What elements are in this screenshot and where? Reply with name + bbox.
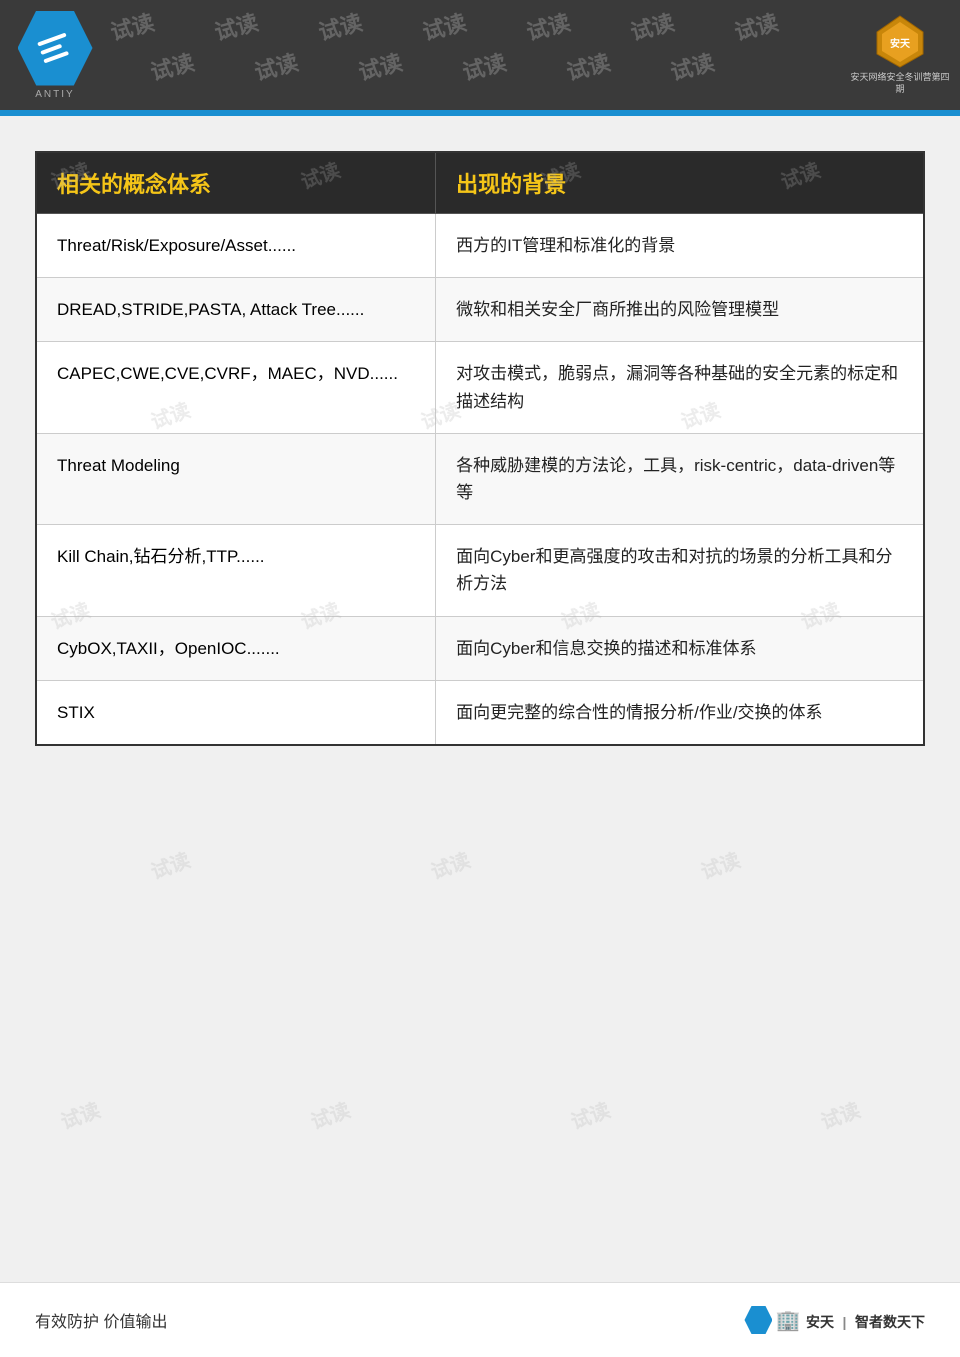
- table-cell-left: DREAD,STRIDE,PASTA, Attack Tree......: [36, 278, 436, 342]
- body-watermark-13: 试读: [426, 844, 474, 885]
- body-watermark-18: 试读: [816, 1094, 864, 1135]
- table-row: Threat/Risk/Exposure/Asset......西方的IT管理和…: [36, 214, 924, 278]
- table-cell-left: CybOX,TAXII，OpenIOC.......: [36, 616, 436, 680]
- top-right-label: 安天网络安全冬训营第四期: [850, 72, 950, 95]
- table-cell-left: STIX: [36, 680, 436, 745]
- main-content: 相关的概念体系 出现的背景 Threat/Risk/Exposure/Asset…: [0, 116, 960, 766]
- antiy-header-icon: 安天: [868, 14, 933, 69]
- table-row: CAPEC,CWE,CVE,CVRF，MAEC，NVD......对攻击模式，脆…: [36, 342, 924, 433]
- table-cell-left: Threat Modeling: [36, 433, 436, 524]
- table-cell-right: 各种威胁建模的方法论，工具，risk-centric，data-driven等等: [436, 433, 924, 524]
- antiy-slogan: 智者数天下: [855, 1314, 925, 1330]
- svg-text:安天: 安天: [890, 37, 911, 50]
- body-watermark-14: 试读: [696, 844, 744, 885]
- table-cell-right: 面向更完整的综合性的情报分析/作业/交换的体系: [436, 680, 924, 745]
- table-row: CybOX,TAXII，OpenIOC.......面向Cyber和信息交换的描…: [36, 616, 924, 680]
- footer-left-text: 有效防护 价值输出: [35, 1308, 167, 1332]
- concept-table: 相关的概念体系 出现的背景 Threat/Risk/Exposure/Asset…: [35, 151, 925, 746]
- table-cell-left: CAPEC,CWE,CVE,CVRF，MAEC，NVD......: [36, 342, 436, 433]
- table-cell-right: 西方的IT管理和标准化的背景: [436, 214, 924, 278]
- col2-header: 出现的背景: [436, 152, 924, 214]
- footer: 有效防护 价值输出 🏢 安天 | 智者数天下: [0, 1282, 960, 1357]
- table-cell-right: 微软和相关安全厂商所推出的风险管理模型: [436, 278, 924, 342]
- logo-container: ANTIY: [0, 0, 110, 110]
- watermark-area: 试读 试读 试读 试读 试读 试读 试读 试读 试读 试读 试读 试读 试读: [110, 0, 960, 110]
- table-cell-right: 对攻击模式，脆弱点，漏洞等各种基础的安全元素的标定和描述结构: [436, 342, 924, 433]
- col1-header: 相关的概念体系: [36, 152, 436, 214]
- table-row: Threat Modeling各种威胁建模的方法论，工具，risk-centri…: [36, 433, 924, 524]
- body-watermark-15: 试读: [56, 1094, 104, 1135]
- antiy-logo: 🏢 安天 | 智者数天下: [744, 1306, 925, 1334]
- antiy-text-group: 🏢 安天 | 智者数天下: [775, 1308, 925, 1333]
- antiy-hex-icon: [744, 1306, 772, 1334]
- antiy-main-text: 🏢 安天 | 智者数天下: [775, 1308, 925, 1333]
- antiy-logo-main: 🏢: [775, 1310, 800, 1332]
- logo-label: ANTIY: [35, 89, 74, 100]
- table-cell-right: 面向Cyber和信息交换的描述和标准体系: [436, 616, 924, 680]
- body-watermark-12: 试读: [146, 844, 194, 885]
- table-cell-left: Kill Chain,钻石分析,TTP......: [36, 525, 436, 616]
- antiy-name: 安天: [806, 1314, 834, 1330]
- pipe-sep: |: [843, 1314, 847, 1330]
- table-cell-right: 面向Cyber和更高强度的攻击和对抗的场景的分析工具和分析方法: [436, 525, 924, 616]
- logo-hexagon: [18, 11, 93, 86]
- top-right-logo: 安天 安天网络安全冬训营第四期: [850, 5, 950, 105]
- body-watermark-17: 试读: [566, 1094, 614, 1135]
- table-cell-left: Threat/Risk/Exposure/Asset......: [36, 214, 436, 278]
- table-row: STIX面向更完整的综合性的情报分析/作业/交换的体系: [36, 680, 924, 745]
- body-watermark-16: 试读: [306, 1094, 354, 1135]
- table-row: Kill Chain,钻石分析,TTP......面向Cyber和更高强度的攻击…: [36, 525, 924, 616]
- header: ANTIY 试读 试读 试读 试读 试读 试读 试读 试读 试读 试读 试读 试…: [0, 0, 960, 110]
- table-row: DREAD,STRIDE,PASTA, Attack Tree......微软和…: [36, 278, 924, 342]
- footer-right-logo: 🏢 安天 | 智者数天下: [744, 1306, 925, 1334]
